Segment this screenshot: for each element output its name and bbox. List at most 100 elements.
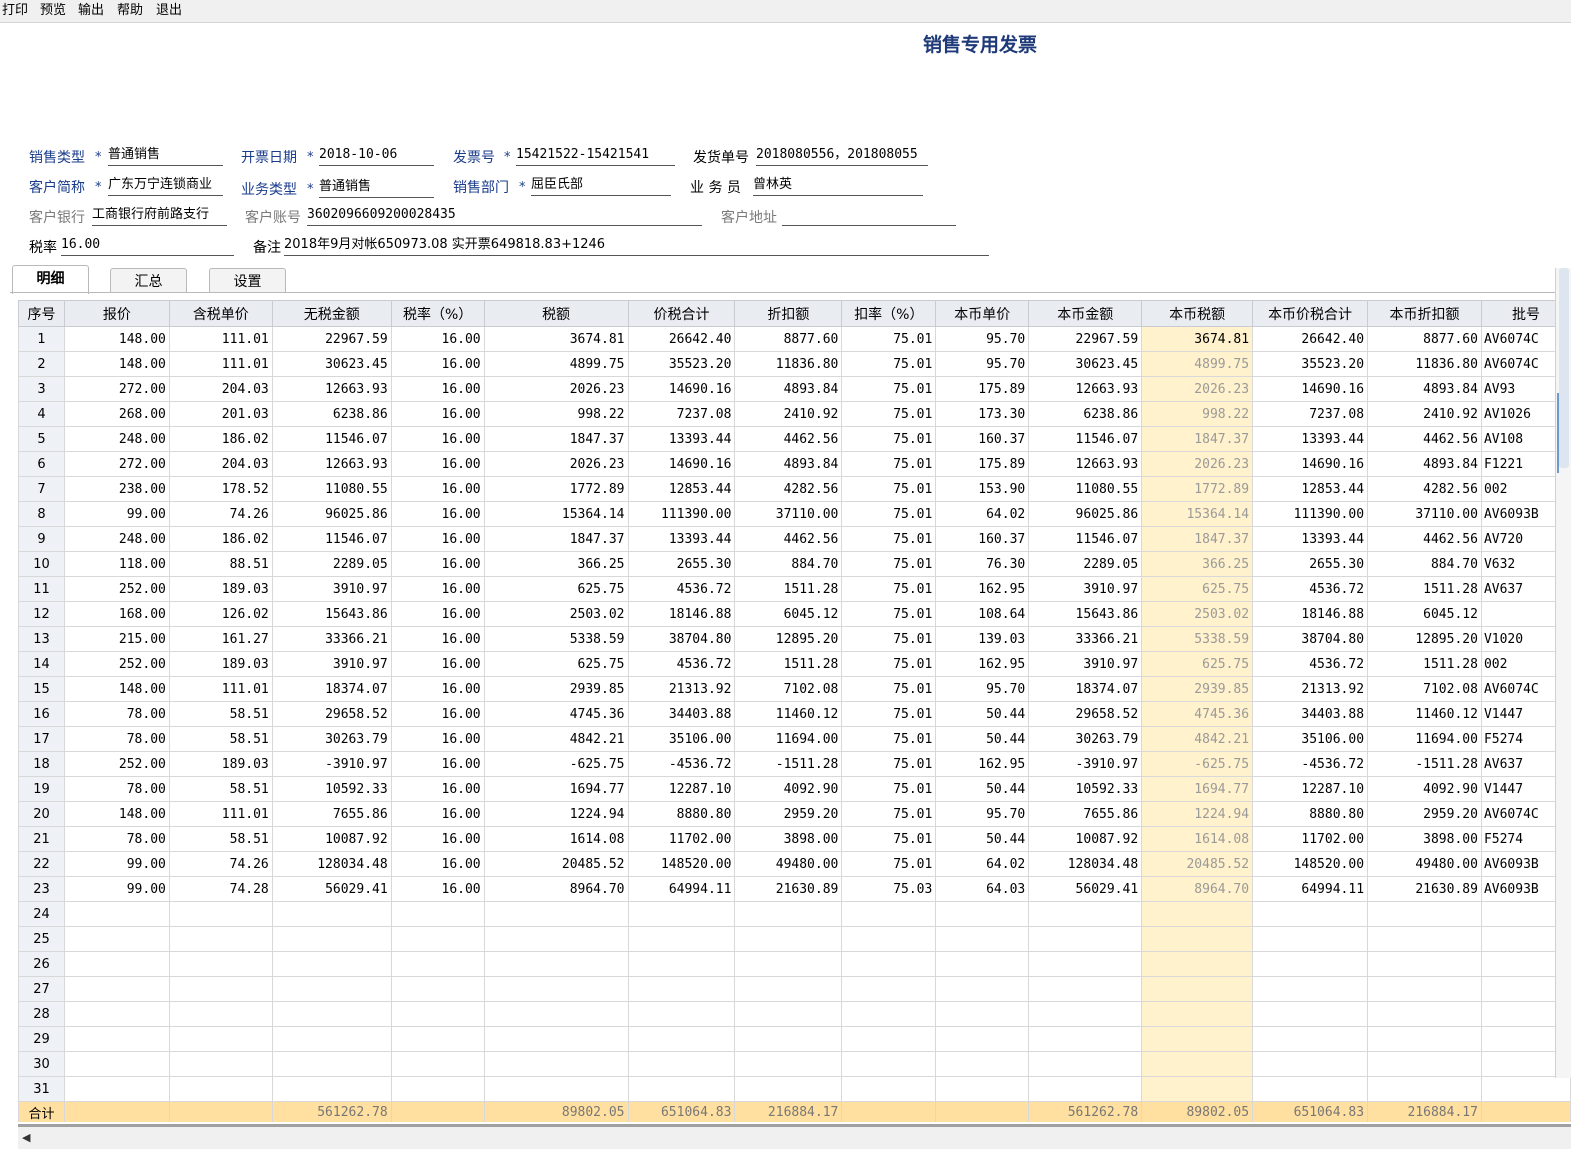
table-cell[interactable]: 160.37	[935, 426, 1030, 452]
table-cell[interactable]: 11702.00	[627, 826, 736, 852]
table-cell[interactable]	[483, 976, 629, 1002]
column-header[interactable]: 本币单价	[935, 300, 1030, 327]
table-cell[interactable]: 50.44	[935, 776, 1030, 802]
table-cell[interactable]: 11546.07	[271, 526, 392, 552]
table-cell[interactable]	[841, 1026, 937, 1052]
table-cell[interactable]: 78.00	[63, 776, 170, 802]
table-cell[interactable]: 4842.21	[483, 726, 629, 752]
table-cell[interactable]: 15364.14	[1141, 501, 1254, 527]
table-cell[interactable]	[483, 951, 629, 977]
table-cell[interactable]	[63, 1051, 170, 1077]
table-cell[interactable]: 2959.20	[1367, 801, 1482, 827]
table-cell[interactable]: 49480.00	[1367, 851, 1482, 877]
table-cell[interactable]: 21313.92	[627, 676, 736, 702]
table-cell[interactable]: 20485.52	[483, 851, 629, 877]
table-cell[interactable]: 1511.28	[1367, 651, 1482, 677]
table-row[interactable]: 24	[18, 901, 1571, 927]
table-cell[interactable]	[1141, 1076, 1254, 1102]
table-cell[interactable]: 1772.89	[483, 476, 629, 502]
table-cell[interactable]	[734, 1051, 843, 1077]
table-cell[interactable]: 16.00	[390, 851, 485, 877]
table-cell[interactable]: 16.00	[390, 426, 485, 452]
table-cell[interactable]	[271, 951, 392, 977]
table-cell[interactable]: 4092.90	[734, 776, 843, 802]
column-header[interactable]: 无税金额	[271, 300, 392, 327]
table-cell[interactable]	[271, 1001, 392, 1027]
table-cell[interactable]: 12663.93	[271, 451, 392, 477]
table-cell[interactable]: 14690.16	[1252, 376, 1369, 402]
table-cell[interactable]: 11694.00	[734, 726, 843, 752]
table-row[interactable]: 19 78.00 58.51 10592.33 16.00 1694.77 12287.10…	[18, 776, 1571, 802]
table-cell[interactable]: 108.64	[935, 601, 1030, 627]
table-cell[interactable]: 4282.56	[1367, 476, 1482, 502]
account-field[interactable]: 3602096609200028435	[307, 206, 702, 226]
table-cell[interactable]: 11546.07	[271, 426, 392, 452]
table-cell[interactable]	[1028, 926, 1143, 952]
table-cell[interactable]: 4899.75	[1141, 351, 1254, 377]
table-cell[interactable]: 75.01	[841, 826, 937, 852]
table-cell[interactable]	[734, 1001, 843, 1027]
table-cell[interactable]: 35106.00	[1252, 726, 1369, 752]
table-cell[interactable]: 18146.88	[627, 601, 736, 627]
table-cell[interactable]	[271, 976, 392, 1002]
table-cell[interactable]: 64994.11	[627, 876, 736, 902]
table-cell[interactable]: 3898.00	[734, 826, 843, 852]
table-cell[interactable]	[627, 1026, 736, 1052]
table-cell[interactable]: 4536.72	[1252, 576, 1369, 602]
table-cell[interactable]: 1224.94	[1141, 801, 1254, 827]
table-cell[interactable]: 248.00	[63, 426, 170, 452]
table-cell[interactable]: 37110.00	[1367, 501, 1482, 527]
table-row[interactable]: 3 272.00 204.03 12663.93 16.00 2026.23 14690.1…	[18, 376, 1571, 402]
table-cell[interactable]: 175.89	[935, 451, 1030, 477]
table-cell[interactable]: 4893.84	[1367, 376, 1482, 402]
table-cell[interactable]	[1252, 901, 1369, 927]
table-row[interactable]: 15 148.00 111.01 18374.07 16.00 2939.85 21313.…	[18, 676, 1571, 702]
table-cell[interactable]	[390, 976, 485, 1002]
table-cell[interactable]: 998.22	[1141, 401, 1254, 427]
table-cell[interactable]: 35523.20	[1252, 351, 1369, 377]
table-cell[interactable]	[168, 1076, 273, 1102]
table-cell[interactable]: 126.02	[168, 601, 273, 627]
table-cell[interactable]: 1772.89	[1141, 476, 1254, 502]
table-cell[interactable]: 3910.97	[271, 576, 392, 602]
table-cell[interactable]: 20485.52	[1141, 851, 1254, 877]
table-cell[interactable]: 58.51	[168, 726, 273, 752]
table-cell[interactable]: 75.03	[841, 876, 937, 902]
table-cell[interactable]: 50.44	[935, 701, 1030, 727]
table-cell[interactable]: 11460.12	[734, 701, 843, 727]
table-row[interactable]: 22 99.00 74.26 128034.48 16.00 20485.52 148520…	[18, 851, 1571, 877]
table-cell[interactable]	[627, 1051, 736, 1077]
table-cell[interactable]	[935, 951, 1030, 977]
table-cell[interactable]: 75.01	[841, 351, 937, 377]
table-cell[interactable]	[483, 1026, 629, 1052]
table-cell[interactable]: 189.03	[168, 576, 273, 602]
table-cell[interactable]	[1141, 926, 1254, 952]
table-cell[interactable]: 95.70	[935, 351, 1030, 377]
table-cell[interactable]	[841, 1051, 937, 1077]
table-cell[interactable]: 2503.02	[1141, 601, 1254, 627]
table-cell[interactable]: 7102.08	[1367, 676, 1482, 702]
table-cell[interactable]: 1511.28	[734, 651, 843, 677]
table-cell[interactable]: -4536.72	[627, 751, 736, 777]
table-cell[interactable]: 33366.21	[271, 626, 392, 652]
table-cell[interactable]: 16.00	[390, 651, 485, 677]
table-cell[interactable]: 6045.12	[1367, 601, 1482, 627]
table-cell[interactable]: 14690.16	[627, 451, 736, 477]
table-cell[interactable]	[1141, 1026, 1254, 1052]
table-cell[interactable]	[63, 976, 170, 1002]
table-cell[interactable]: 75.01	[841, 651, 937, 677]
table-cell[interactable]: 4893.84	[1367, 451, 1482, 477]
table-cell[interactable]: 168.00	[63, 601, 170, 627]
table-cell[interactable]	[271, 1026, 392, 1052]
table-cell[interactable]	[1252, 1026, 1369, 1052]
table-cell[interactable]	[483, 926, 629, 952]
table-cell[interactable]	[1141, 1051, 1254, 1077]
table-cell[interactable]: 8964.70	[1141, 876, 1254, 902]
table-cell[interactable]: 75.01	[841, 576, 937, 602]
table-cell[interactable]: 4462.56	[734, 526, 843, 552]
delivery-no-field[interactable]: 2018080556，201808055	[756, 146, 928, 166]
table-cell[interactable]: 4536.72	[1252, 651, 1369, 677]
table-cell[interactable]: 95.70	[935, 676, 1030, 702]
table-cell[interactable]: 4462.56	[734, 426, 843, 452]
table-row[interactable]: 29	[18, 1026, 1571, 1052]
